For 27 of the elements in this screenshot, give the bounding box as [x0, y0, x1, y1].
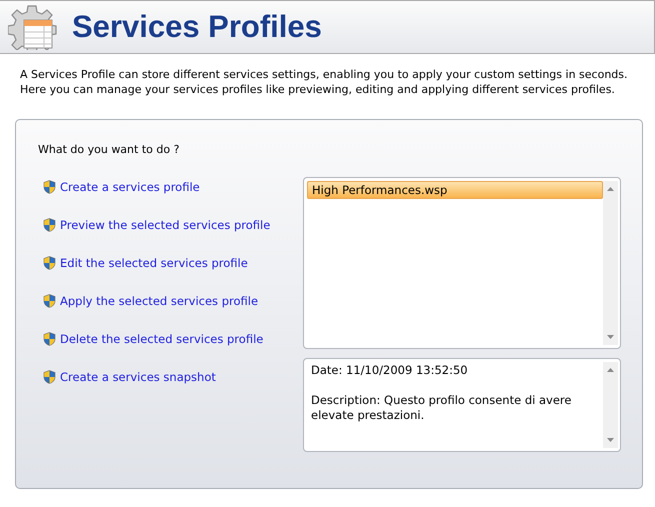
scroll-down-arrow-icon[interactable] — [607, 438, 614, 442]
details-scrollbar[interactable] — [603, 362, 618, 448]
shield-icon — [43, 370, 56, 384]
scroll-up-arrow-icon[interactable] — [607, 368, 614, 372]
profile-list[interactable]: High Performances.wsp — [303, 177, 621, 349]
action-link[interactable]: Create a services profile — [60, 180, 200, 194]
shield-icon — [43, 294, 56, 308]
list-scrollbar[interactable] — [603, 181, 618, 345]
scroll-up-arrow-icon[interactable] — [607, 187, 614, 191]
shield-icon — [43, 332, 56, 346]
action-link[interactable]: Edit the selected services profile — [60, 256, 248, 270]
profile-item[interactable]: High Performances.wsp — [307, 181, 603, 199]
shield-icon — [43, 180, 56, 194]
description-text: Description: Questo profilo consente di avere elevate prestazioni. — [311, 393, 572, 423]
intro-text: A Services Profile can store different services settings, enabling you to apply your custom settings in seconds. — [20, 68, 629, 81]
shield-icon — [43, 256, 56, 270]
shield-icon — [43, 218, 56, 232]
action-link[interactable]: Create a services snapshot — [60, 370, 216, 384]
scroll-down-arrow-icon[interactable] — [607, 335, 614, 339]
question-label: What do you want to do ? — [38, 143, 180, 156]
date-text: Date: 11/10/2009 13:52:50 — [311, 363, 469, 378]
action-link[interactable]: Apply the selected services profile — [60, 294, 258, 308]
gear-list-icon — [8, 4, 58, 50]
intro-text: Here you can manage your services profiles like previewing, editing and applying different services profiles. — [20, 83, 616, 96]
action-link[interactable]: Preview the selected services profile — [60, 218, 270, 232]
page-title: Services Profiles — [72, 9, 322, 45]
action-link[interactable]: Delete the selected services profile — [60, 332, 264, 346]
